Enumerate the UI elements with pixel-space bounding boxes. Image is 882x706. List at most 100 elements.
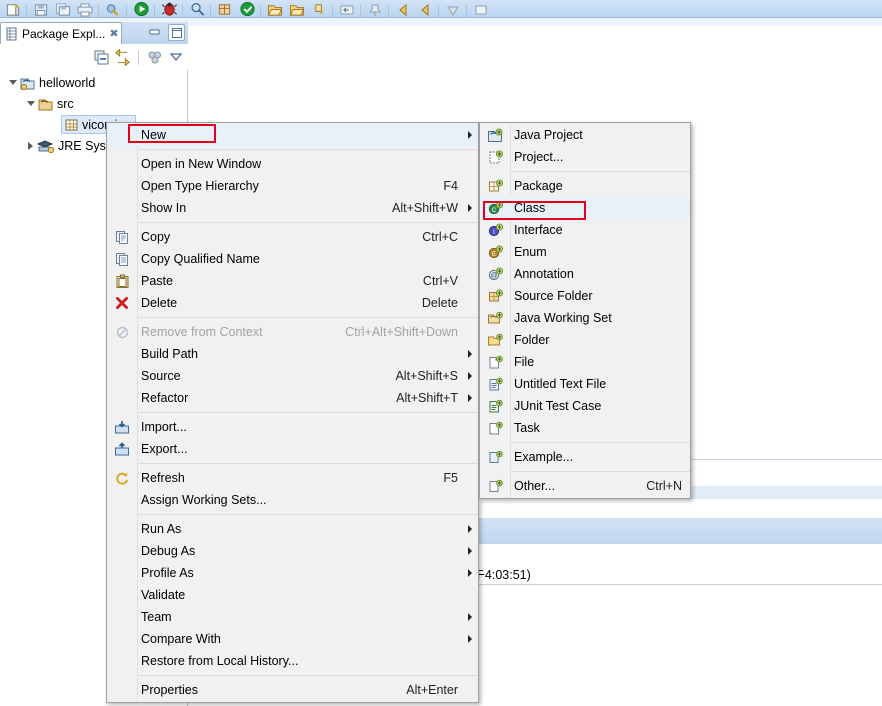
menu-item-profile-as[interactable]: Profile As [107, 562, 478, 584]
example-icon [480, 450, 510, 465]
save-all-icon[interactable] [52, 1, 74, 17]
package-explorer-icon [5, 27, 19, 41]
chevron-right-icon [466, 131, 478, 139]
chevron-right-icon [466, 525, 478, 533]
print-icon[interactable] [74, 1, 96, 17]
chevron-right-icon[interactable] [24, 141, 37, 150]
menu-item-new[interactable]: New [107, 124, 478, 146]
menu-item-open-type-hierarchy[interactable]: Open Type Hierarchy F4 [107, 175, 478, 197]
menu-item-open-in-new-window[interactable]: Open in New Window [107, 153, 478, 175]
menu-item-paste-label: Paste [141, 274, 173, 288]
toggle-mark-icon[interactable] [442, 1, 464, 17]
menu-item-build-path[interactable]: Build Path [107, 343, 478, 365]
new-wizard-icon[interactable] [2, 1, 24, 17]
menu-item-import[interactable]: Import... [107, 416, 478, 438]
new-java-package-icon[interactable] [214, 1, 236, 17]
submenu-item-package[interactable]: Package [480, 175, 690, 197]
open-type-icon[interactable] [264, 1, 286, 17]
submenu-item-source-folder[interactable]: Source Folder [480, 285, 690, 307]
context-menu[interactable]: New Open in New Window Open Type Hierarc… [106, 122, 479, 703]
menu-item-team[interactable]: Team [107, 606, 478, 628]
menu-separator [137, 514, 478, 515]
submenu-item-task[interactable]: Task [480, 417, 690, 439]
menu-item-validate-label: Validate [141, 588, 186, 602]
menu-item-export[interactable]: Export... [107, 438, 478, 460]
new-submenu[interactable]: Java Project Project... Package C Class [479, 122, 691, 499]
menu-item-remove-from-context-accel: Ctrl+Alt+Shift+Down [345, 325, 458, 339]
menu-item-delete[interactable]: Delete Delete [107, 292, 478, 314]
maximize-icon[interactable] [168, 24, 185, 41]
minimize-icon[interactable] [146, 24, 163, 41]
text-file-icon [480, 377, 510, 392]
menu-item-copy-qualified-name[interactable]: Copy Qualified Name [107, 248, 478, 270]
next-annotation-icon[interactable] [308, 1, 330, 17]
submenu-item-example[interactable]: Example... [480, 446, 690, 468]
run-icon[interactable] [130, 1, 152, 17]
submenu-item-folder[interactable]: Folder [480, 329, 690, 351]
submenu-separator [510, 171, 690, 172]
submenu-item-enum[interactable]: E Enum [480, 241, 690, 263]
paste-icon [107, 274, 137, 289]
run-last-tool-icon[interactable] [236, 1, 258, 17]
back-icon[interactable] [392, 1, 414, 17]
submenu-item-other-accel: Ctrl+N [646, 479, 682, 493]
focus-on-active-task-icon[interactable] [146, 49, 163, 66]
submenu-item-project[interactable]: Project... [480, 146, 690, 168]
menu-item-refresh[interactable]: Refresh F5 [107, 467, 478, 489]
chevron-down-icon[interactable] [24, 101, 37, 106]
debug-icon[interactable] [158, 1, 180, 17]
menu-item-run-as[interactable]: Run As [107, 518, 478, 540]
search-icon[interactable] [186, 1, 208, 17]
package-icon [64, 118, 79, 132]
menu-item-refactor-accel: Alt+Shift+T [396, 391, 458, 405]
chevron-down-icon[interactable] [6, 80, 19, 85]
file-icon [480, 355, 510, 370]
open-task-icon[interactable] [286, 1, 308, 17]
toolbar-overflow-icon[interactable] [470, 1, 492, 17]
menu-item-refactor[interactable]: Refactor Alt+Shift+T [107, 387, 478, 409]
submenu-item-file[interactable]: File [480, 351, 690, 373]
copy-icon [107, 230, 137, 245]
link-with-editor-icon[interactable] [114, 48, 131, 66]
collapse-all-icon[interactable] [93, 49, 110, 66]
menu-item-copy[interactable]: Copy Ctrl+C [107, 226, 478, 248]
save-icon[interactable] [30, 1, 52, 17]
submenu-item-junit-test-case[interactable]: JUnit Test Case [480, 395, 690, 417]
tree-item-src[interactable]: src [0, 93, 188, 114]
menu-item-export-label: Export... [141, 442, 188, 456]
menu-item-debug-as-label: Debug As [141, 544, 196, 558]
task-icon [480, 421, 510, 436]
menu-item-paste[interactable]: Paste Ctrl+V [107, 270, 478, 292]
menu-item-debug-as[interactable]: Debug As [107, 540, 478, 562]
class-icon: C [480, 201, 510, 216]
pin-editor-icon[interactable] [364, 1, 386, 17]
menu-item-restore-from-local-history[interactable]: Restore from Local History... [107, 650, 478, 672]
chevron-right-icon [466, 547, 478, 555]
menu-item-assign-working-sets-label: Assign Working Sets... [141, 493, 267, 507]
submenu-item-other[interactable]: Other... Ctrl+N [480, 475, 690, 497]
menu-item-run-as-label: Run As [141, 522, 182, 536]
menu-item-source[interactable]: Source Alt+Shift+S [107, 365, 478, 387]
submenu-item-example-label: Example... [514, 450, 574, 464]
menu-item-compare-with[interactable]: Compare With [107, 628, 478, 650]
submenu-separator [510, 471, 690, 472]
menu-item-show-in[interactable]: Show In Alt+Shift+W [107, 197, 478, 219]
view-menu-icon[interactable] [167, 49, 184, 66]
submenu-item-interface[interactable]: I Interface [480, 219, 690, 241]
folder-icon [480, 333, 510, 348]
menu-item-properties[interactable]: Properties Alt+Enter [107, 679, 478, 701]
submenu-item-class[interactable]: C Class [480, 197, 690, 219]
close-icon[interactable]: ✖ [109, 27, 118, 40]
submenu-item-annotation[interactable]: @ Annotation [480, 263, 690, 285]
tree-item-helloworld[interactable]: helloworld [0, 72, 188, 93]
previous-edit-location-icon[interactable] [336, 1, 358, 17]
tab-package-explorer[interactable]: Package Expl... ✖ [0, 22, 122, 44]
submenu-item-java-project[interactable]: Java Project [480, 124, 690, 146]
menu-item-assign-working-sets[interactable]: Assign Working Sets... [107, 489, 478, 511]
submenu-item-java-working-set[interactable]: Java Working Set [480, 307, 690, 329]
menu-item-validate[interactable]: Validate [107, 584, 478, 606]
forward-icon[interactable] [414, 1, 436, 17]
submenu-item-untitled-text-file[interactable]: Untitled Text File [480, 373, 690, 395]
build-all-icon[interactable] [102, 1, 124, 17]
main-toolbar [0, 0, 882, 18]
